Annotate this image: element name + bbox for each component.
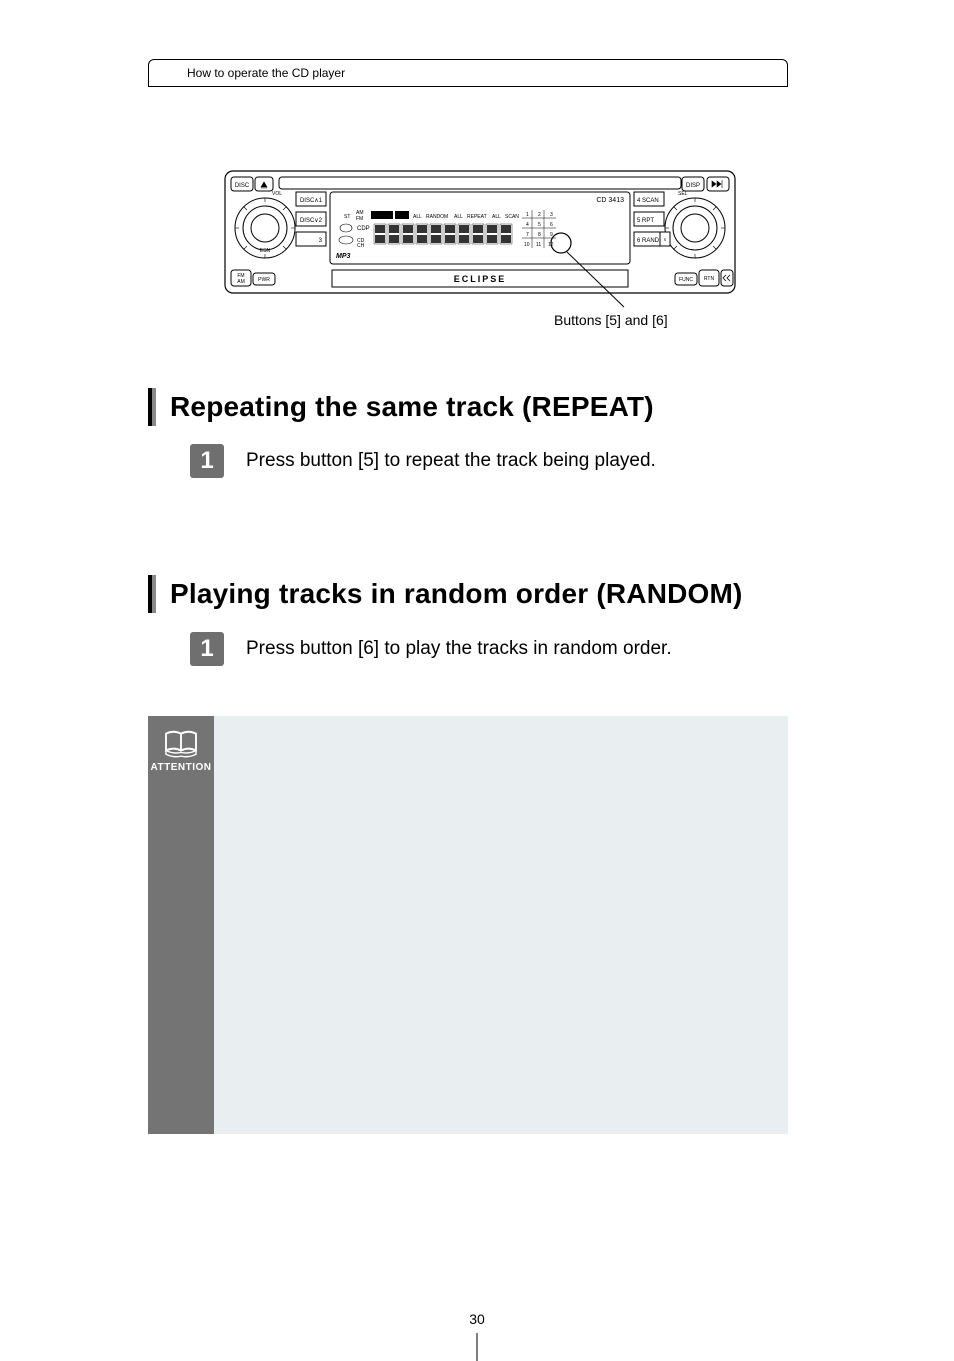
page-number: 30 (0, 1311, 954, 1327)
svg-text:4: 4 (526, 222, 529, 228)
svg-text:ALL: ALL (413, 214, 422, 220)
heading-bar-icon (148, 575, 156, 613)
svg-text:10: 10 (524, 242, 530, 248)
attention-body (214, 716, 788, 1134)
attention-label: ATTENTION (151, 762, 212, 773)
func-label: FUNC (679, 277, 693, 283)
svg-text:ST: ST (344, 214, 350, 220)
svg-text:2: 2 (538, 212, 541, 218)
step-text: Press button [5] to repeat the track bei… (246, 450, 656, 472)
svg-text:5: 5 (538, 222, 541, 228)
svg-text:6: 6 (550, 222, 553, 228)
section-divider (148, 86, 788, 87)
vol-label: VOL (272, 191, 282, 197)
heading-bar-icon (148, 388, 156, 426)
svg-text:7: 7 (526, 232, 529, 238)
preset-disc-down: DISC∨2 (300, 218, 323, 224)
svg-text:RANDOM: RANDOM (426, 214, 448, 220)
sel-label: SEL (678, 191, 688, 197)
mp3-label: MP3 (336, 253, 351, 260)
esn-label: ESN (260, 248, 271, 254)
section-heading-random: Playing tracks in random order (RANDOM) (148, 575, 743, 613)
svg-text:1: 1 (526, 212, 529, 218)
breadcrumb: How to operate the CD player (148, 59, 788, 87)
model-number: CD 3413 (596, 197, 624, 204)
step-number-badge: 1 (190, 444, 224, 478)
cdp-label: CDP (357, 226, 370, 232)
svg-text:ALL: ALL (492, 214, 501, 220)
step-row: 1 Press button [5] to repeat the track b… (190, 444, 656, 478)
svg-text:11: 11 (536, 242, 541, 248)
car-stereo-illustration: DISC VOL ESN DISC∧1 DISC∨2 3 (224, 170, 736, 310)
preset-6-rand: 6 RAND (637, 238, 660, 244)
svg-text:REPEAT: REPEAT (467, 214, 487, 220)
heading-text: Playing tracks in random order (RANDOM) (170, 578, 743, 610)
svg-text:3: 3 (550, 212, 553, 218)
step-number-badge: 1 (190, 632, 224, 666)
svg-text:AM: AM (237, 279, 245, 285)
figure-caption: Buttons [5] and [6] (554, 312, 668, 328)
disc-button-label: DISC (235, 183, 250, 189)
car-stereo-figure: DISC VOL ESN DISC∧1 DISC∨2 3 (224, 170, 736, 310)
disp-label: DISP (686, 183, 700, 189)
svg-text:8: 8 (538, 232, 541, 238)
step-text: Press button [6] to play the tracks in r… (246, 638, 672, 660)
preset-4-scan: 4 SCAN (637, 198, 659, 204)
stereo-display: CD 3413 ST AM FM ALL RANDOM ALL REPEAT A… (279, 177, 681, 287)
heading-text: Repeating the same track (REPEAT) (170, 391, 654, 423)
brand-label: ECLIPSE (454, 274, 507, 284)
rtn-label: RTN (704, 276, 715, 282)
attention-panel: ATTENTION (148, 716, 788, 1134)
preset-disc-up: DISC∧1 (300, 198, 323, 204)
section-heading-repeat: Repeating the same track (REPEAT) (148, 388, 654, 426)
svg-text:ALL: ALL (454, 214, 463, 220)
svg-text:S: S (664, 237, 667, 242)
pwr-label: PWR (258, 277, 270, 283)
svg-text:CH: CH (357, 243, 365, 249)
preset-5-rpt: 5 RPT (637, 218, 654, 224)
svg-text:SCAN: SCAN (505, 214, 519, 220)
attention-sidebar: ATTENTION (148, 716, 214, 1134)
open-book-icon (162, 728, 200, 758)
svg-text:FM: FM (356, 216, 363, 222)
step-row: 1 Press button [6] to play the tracks in… (190, 632, 672, 666)
